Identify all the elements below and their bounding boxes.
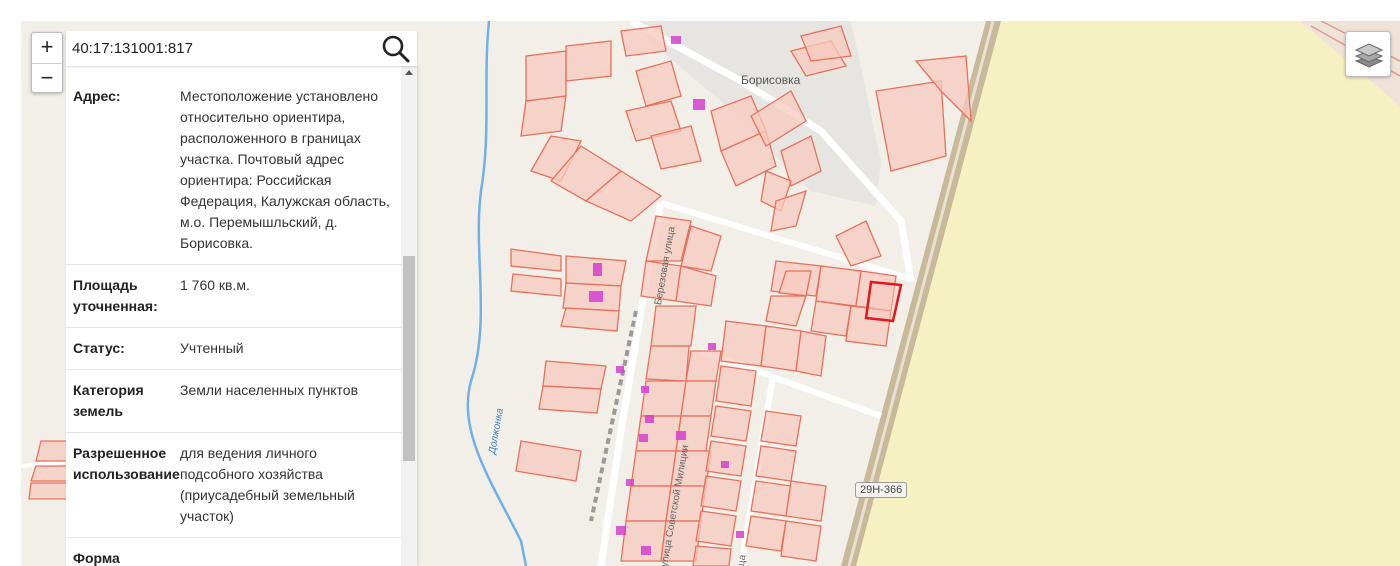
scrollbar-thumb[interactable]: [403, 256, 415, 461]
layers-icon: [1354, 43, 1384, 68]
info-row-value: Местоположение установлено относительно …: [180, 88, 390, 251]
info-row-value: [180, 548, 390, 566]
zoom-out-button[interactable]: −: [32, 63, 62, 93]
info-row-label: Площадь уточненная:: [73, 277, 158, 314]
parcel-info-panel[interactable]: Адрес: Местоположение установлено относит…: [66, 66, 417, 566]
info-row: Форма: [66, 538, 401, 566]
info-row-value: для ведения личного подсобного хозяйства…: [180, 445, 355, 524]
info-row-label: Категория земель: [73, 382, 144, 419]
village-label: Борисовка: [741, 73, 801, 87]
chevron-up-icon[interactable]: [405, 70, 413, 75]
info-row: Разрешенное использование для ведения лич…: [66, 433, 401, 538]
panel-scrollbar[interactable]: [401, 66, 417, 566]
info-row: Площадь уточненная: 1 760 кв.м.: [66, 265, 401, 328]
road-label: 29Н-366: [855, 482, 908, 498]
info-row-label: Разрешенное использование: [73, 445, 180, 482]
info-row-label: Статус:: [73, 340, 125, 356]
info-rows: Адрес: Местоположение установлено относит…: [66, 76, 401, 566]
info-row-label: Адрес:: [73, 88, 121, 104]
info-row: Статус: Учтенный: [66, 328, 401, 370]
search-bar: [66, 31, 417, 66]
info-row-value: Земли населенных пунктов: [180, 382, 359, 398]
info-row-value: Учтенный: [180, 340, 244, 356]
river: [466, 21, 528, 566]
search-icon[interactable]: [379, 32, 413, 66]
search-input[interactable]: [70, 33, 375, 64]
info-row-label: Форма: [73, 550, 120, 566]
info-row: Адрес: Местоположение установлено относит…: [66, 76, 401, 265]
layers-button[interactable]: [1345, 31, 1391, 77]
info-row: Категория земель Земли населенных пунктов: [66, 370, 401, 433]
zoom-in-button[interactable]: +: [32, 33, 62, 63]
selected-parcel: [864, 280, 903, 323]
zoom-control: + −: [31, 32, 63, 93]
info-row-value: 1 760 кв.м.: [180, 277, 250, 293]
